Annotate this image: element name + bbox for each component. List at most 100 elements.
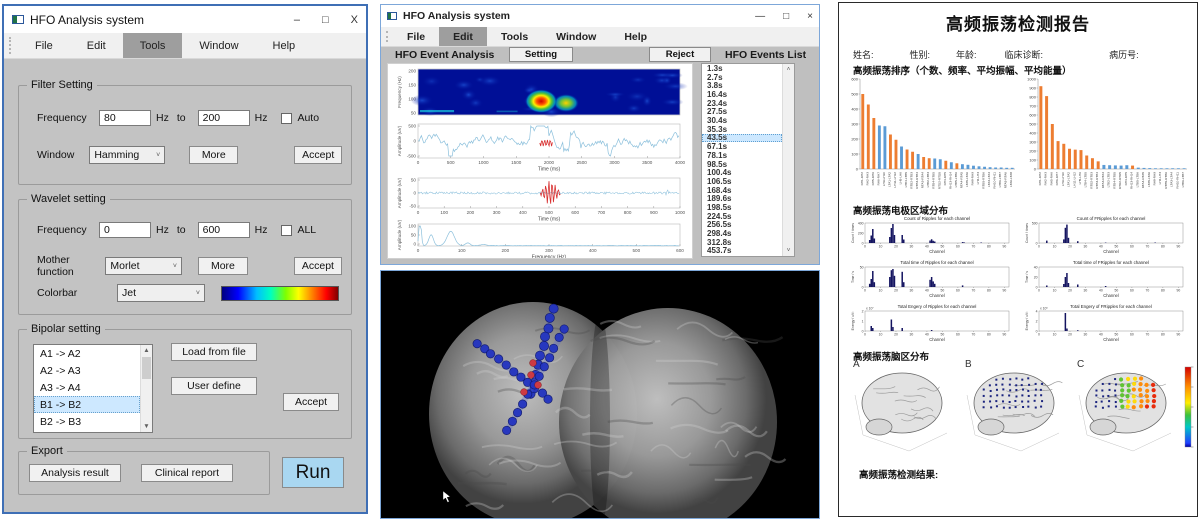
wavelet-freq-high-input[interactable]: 600 (198, 222, 250, 238)
event-list-item[interactable]: 30.4s (702, 116, 782, 125)
minimize-button[interactable]: — (755, 11, 765, 22)
event-list-item[interactable]: 198.5s (702, 203, 782, 212)
app-icon (387, 12, 397, 20)
bipolar-accept-button[interactable]: Accept (283, 393, 339, 411)
svg-text:400: 400 (589, 248, 597, 253)
events-list-scrollbar[interactable]: ˄ ˅ (782, 64, 794, 256)
event-list-item[interactable]: 106.5s (702, 177, 782, 186)
to-label: to (177, 112, 186, 124)
event-list-item[interactable]: 16.4s (702, 90, 782, 99)
filter-freq-high-input[interactable]: 200 (198, 110, 250, 126)
menu-item-help[interactable]: Help (610, 27, 661, 46)
svg-text:60: 60 (1130, 333, 1134, 337)
event-list-item[interactable]: 256.5s (702, 220, 782, 229)
svg-text:0: 0 (864, 289, 866, 293)
colorbar-select[interactable]: Jet ˅ (117, 284, 205, 302)
scrollbar-thumb[interactable] (142, 357, 151, 379)
svg-text:200: 200 (501, 248, 509, 253)
event-list-item[interactable]: 1.3s (702, 64, 782, 73)
scroll-down-icon[interactable]: ▼ (141, 421, 152, 432)
menu-item-edit[interactable]: Edit (439, 27, 487, 46)
bipolar-list-item[interactable]: B1 -> B2 (34, 396, 140, 413)
window-select[interactable]: Hamming ˅ (89, 146, 165, 164)
event-list-item[interactable]: 224.5s (702, 212, 782, 221)
wavelet-more-button[interactable]: More (198, 257, 248, 275)
menu-item-tools[interactable]: Tools (487, 27, 542, 46)
svg-text:RTA3-RTA4: RTA3-RTA4 (921, 172, 925, 189)
svg-text:LH9-LH10: LH9-LH10 (1061, 172, 1065, 186)
bipolar-list-scrollbar[interactable]: ▲ ▼ (140, 345, 152, 432)
brain-3d-viewport[interactable] (380, 270, 820, 519)
svg-text:Total time of Ripples for each: Total time of Ripples for each channel (900, 260, 973, 265)
brain-thumb-svg (847, 361, 953, 457)
event-list-item[interactable]: 43.5s (702, 134, 782, 143)
svg-text:RH4-RH5: RH4-RH5 (943, 172, 947, 186)
bipolar-list-item[interactable]: B2 -> B3 (34, 413, 140, 430)
filter-freq-low-input[interactable]: 80 (99, 110, 151, 126)
scroll-up-icon[interactable]: ˄ (783, 64, 794, 75)
event-list-item[interactable]: 100.4s (702, 168, 782, 177)
wavelet-accept-button[interactable]: Accept (294, 257, 342, 275)
event-list-item[interactable]: 27.5s (702, 107, 782, 116)
menu-item-window[interactable]: Window (182, 33, 255, 58)
svg-text:LTB6-LTB7: LTB6-LTB7 (1181, 172, 1185, 188)
frequency-label: Frequency (37, 112, 99, 124)
auto-checkbox[interactable] (281, 113, 292, 124)
mother-function-select[interactable]: Morlet ˅ (105, 257, 182, 275)
bipolar-list-item[interactable]: A2 -> A3 (34, 362, 140, 379)
event-list-item[interactable]: 98.5s (702, 160, 782, 169)
event-list-item[interactable]: 23.4s (702, 99, 782, 108)
svg-text:100: 100 (1029, 158, 1036, 163)
event-list-item[interactable]: 78.1s (702, 151, 782, 160)
svg-text:RH10-RH11: RH10-RH11 (1175, 172, 1179, 189)
svg-text:200: 200 (408, 69, 416, 74)
svg-text:1500: 1500 (511, 160, 522, 165)
filter-more-button[interactable]: More (189, 146, 238, 164)
menu-item-edit[interactable]: Edit (70, 33, 123, 58)
maximize-button[interactable]: □ (783, 11, 789, 22)
svg-text:20: 20 (1068, 289, 1072, 293)
maximize-button[interactable]: □ (322, 14, 329, 26)
menu-item-help[interactable]: Help (256, 33, 313, 58)
setting-button[interactable]: Setting (509, 47, 573, 62)
ranking-chart-svg: 0100200300400500600RH1-RH2RH2-RH3RH5-RH6… (843, 75, 1019, 201)
analysis-result-button[interactable]: Analysis result (29, 464, 121, 482)
wavelet-freq-low-input[interactable]: 0 (99, 222, 151, 238)
scroll-down-icon[interactable]: ˅ (783, 245, 794, 256)
menu-item-tools[interactable]: Tools (123, 33, 183, 58)
menu-item-file[interactable]: File (18, 33, 70, 58)
event-list-item[interactable]: 298.4s (702, 229, 782, 238)
minimize-button[interactable]: – (294, 14, 300, 26)
menu-item-file[interactable]: File (393, 27, 439, 46)
load-from-file-button[interactable]: Load from file (171, 343, 257, 361)
close-button[interactable]: X (351, 14, 358, 26)
svg-text:900: 900 (650, 210, 658, 215)
event-list-item[interactable]: 67.1s (702, 142, 782, 151)
filter-accept-button[interactable]: Accept (294, 146, 342, 164)
patient-field-label: 姓名: (853, 48, 874, 61)
event-list-item[interactable]: 2.7s (702, 73, 782, 82)
event-list-item[interactable]: 168.4s (702, 186, 782, 195)
channel-mini-chart: Total Engery of FRipples for each channe… (1019, 303, 1193, 347)
close-button[interactable]: × (807, 11, 813, 22)
svg-text:30: 30 (1084, 289, 1088, 293)
event-list-item[interactable]: 3.8s (702, 81, 782, 90)
svg-text:RH10-RH11: RH10-RH11 (993, 172, 997, 189)
reject-button[interactable]: Reject (649, 47, 711, 62)
menu-item-window[interactable]: Window (542, 27, 610, 46)
event-list-item[interactable]: 453.7s (702, 246, 782, 255)
svg-text:20: 20 (1034, 275, 1038, 279)
scroll-up-icon[interactable]: ▲ (141, 345, 152, 356)
run-button[interactable]: Run (282, 457, 344, 488)
all-checkbox[interactable] (281, 225, 292, 236)
clinical-report-button[interactable]: Clinical report (141, 464, 233, 482)
bipolar-list-item[interactable]: A3 -> A4 (34, 379, 140, 396)
bipolar-list-item[interactable]: A1 -> A2 (34, 345, 140, 362)
svg-text:100: 100 (440, 210, 448, 215)
event-list-item[interactable]: 189.6s (702, 194, 782, 203)
event-list-item[interactable]: 312.8s (702, 238, 782, 247)
user-define-button[interactable]: User define (171, 377, 257, 395)
svg-text:RTA5-RTA6: RTA5-RTA6 (1004, 172, 1008, 189)
svg-text:LTB2-LTB3: LTB2-LTB3 (926, 172, 930, 188)
svg-text:LH11-LH12: LH11-LH12 (893, 172, 897, 188)
